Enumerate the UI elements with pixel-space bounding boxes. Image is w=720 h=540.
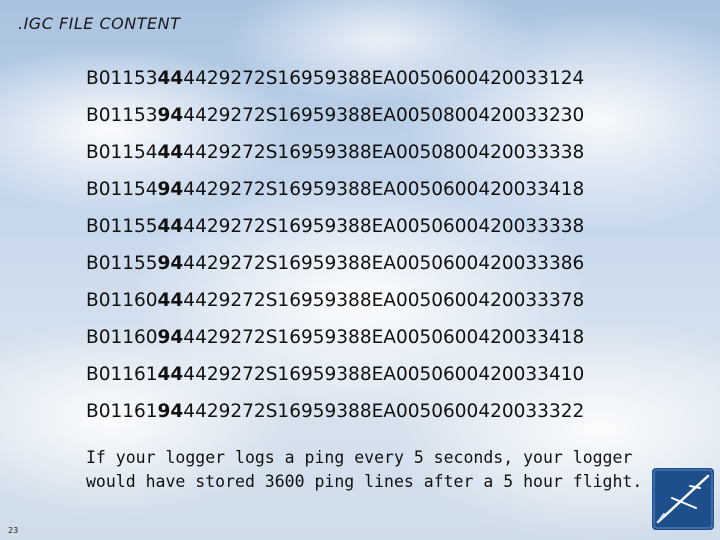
igc-record: B01161944429272S16959388EA00506004200333…	[86, 401, 585, 422]
igc-record: B01155944429272S16959388EA00506004200333…	[86, 253, 585, 274]
igc-record: B01161444429272S16959388EA00506004200334…	[86, 364, 585, 385]
igc-record: B01160944429272S16959388EA00506004200334…	[86, 327, 585, 348]
glider-logo-icon	[652, 468, 714, 530]
igc-record-list: B01153444429272S16959388EA00506004200331…	[86, 64, 584, 434]
explanation-note: If your logger logs a ping every 5 secon…	[86, 446, 666, 494]
igc-record: B01153444429272S16959388EA00506004200331…	[86, 68, 585, 89]
note-line: would have stored 3600 ping lines after …	[86, 472, 643, 491]
slide-title: .IGC FILE CONTENT	[18, 14, 181, 33]
slide-number: 23	[8, 526, 19, 535]
igc-record: B01160444429272S16959388EA00506004200333…	[86, 290, 585, 311]
igc-record: B01155444429272S16959388EA00506004200333…	[86, 216, 585, 237]
igc-record: B01154944429272S16959388EA00506004200334…	[86, 179, 585, 200]
note-line: If your logger logs a ping every 5 secon…	[86, 448, 633, 467]
igc-record: B01153944429272S16959388EA00508004200332…	[86, 105, 585, 126]
igc-record: B01154444429272S16959388EA00508004200333…	[86, 142, 585, 163]
